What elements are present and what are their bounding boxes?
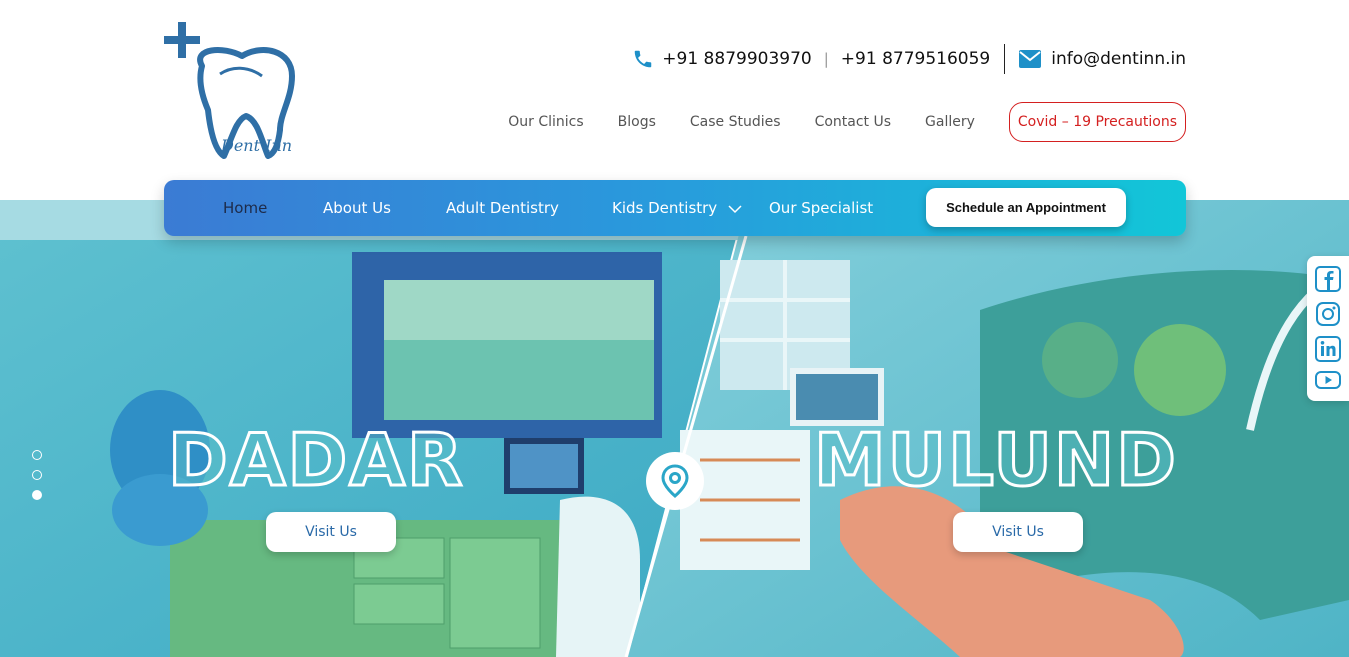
social-sidebar xyxy=(1307,256,1349,401)
nav-our-specialist[interactable]: Our Specialist xyxy=(769,199,873,217)
contact-row: +91 8879903970 | +91 8779516059 info@den… xyxy=(632,44,1186,74)
linkedin-icon[interactable] xyxy=(1315,336,1341,362)
nav-contact-us[interactable]: Contact Us xyxy=(815,114,891,130)
nav-kids-dentistry[interactable]: Kids Dentistry xyxy=(612,199,742,218)
visit-dadar-button[interactable]: Visit Us xyxy=(266,512,396,552)
location-pin-icon xyxy=(646,452,704,510)
phone-number-1[interactable]: +91 8879903970 xyxy=(662,49,811,69)
schedule-appointment-button[interactable]: Schedule an Appointment xyxy=(926,188,1126,227)
nav-home[interactable]: Home xyxy=(223,199,267,217)
nav-our-clinics[interactable]: Our Clinics xyxy=(508,114,583,130)
dadar-heading: DADAR xyxy=(166,417,465,504)
main-nav: Home About Us Adult Dentistry Kids Denti… xyxy=(164,180,1186,236)
contact-divider xyxy=(1004,44,1006,74)
mail-icon xyxy=(1019,50,1042,68)
nav-gallery[interactable]: Gallery xyxy=(925,114,975,130)
phone-number-2[interactable]: +91 8779516059 xyxy=(841,49,990,69)
email-link[interactable]: info@dentinn.in xyxy=(1051,49,1186,69)
slider-dot-2[interactable] xyxy=(32,470,42,480)
covid-precautions-button[interactable]: Covid – 19 Precautions xyxy=(1008,102,1186,142)
visit-mulund-button[interactable]: Visit Us xyxy=(953,512,1083,552)
chevron-down-icon xyxy=(728,200,742,218)
nav-blogs[interactable]: Blogs xyxy=(618,114,656,130)
nav-adult-dentistry[interactable]: Adult Dentistry xyxy=(446,199,559,217)
hero-banner: DADAR MULUND Visit Us Visit Us xyxy=(0,200,1349,657)
facebook-icon[interactable] xyxy=(1315,266,1341,292)
site-header: Dent Inn +91 8879903970 | +91 8779516059… xyxy=(0,0,1349,200)
dent-inn-logo[interactable]: Dent Inn xyxy=(162,18,312,168)
top-nav: Our Clinics Blogs Case Studies Contact U… xyxy=(474,102,1186,142)
phone-icon xyxy=(632,48,654,70)
nav-kids-dentistry-label: Kids Dentistry xyxy=(612,199,718,217)
nav-about-us[interactable]: About Us xyxy=(323,199,391,217)
phone-separator: | xyxy=(823,50,829,68)
logo-text: Dent Inn xyxy=(221,136,293,155)
slider-dot-1[interactable] xyxy=(32,450,42,460)
instagram-icon[interactable] xyxy=(1315,301,1341,327)
nav-case-studies[interactable]: Case Studies xyxy=(690,114,781,130)
slider-dot-3[interactable] xyxy=(32,490,42,500)
mulund-heading: MULUND xyxy=(813,417,1178,504)
slider-dots xyxy=(32,450,42,510)
youtube-icon[interactable] xyxy=(1315,369,1341,395)
